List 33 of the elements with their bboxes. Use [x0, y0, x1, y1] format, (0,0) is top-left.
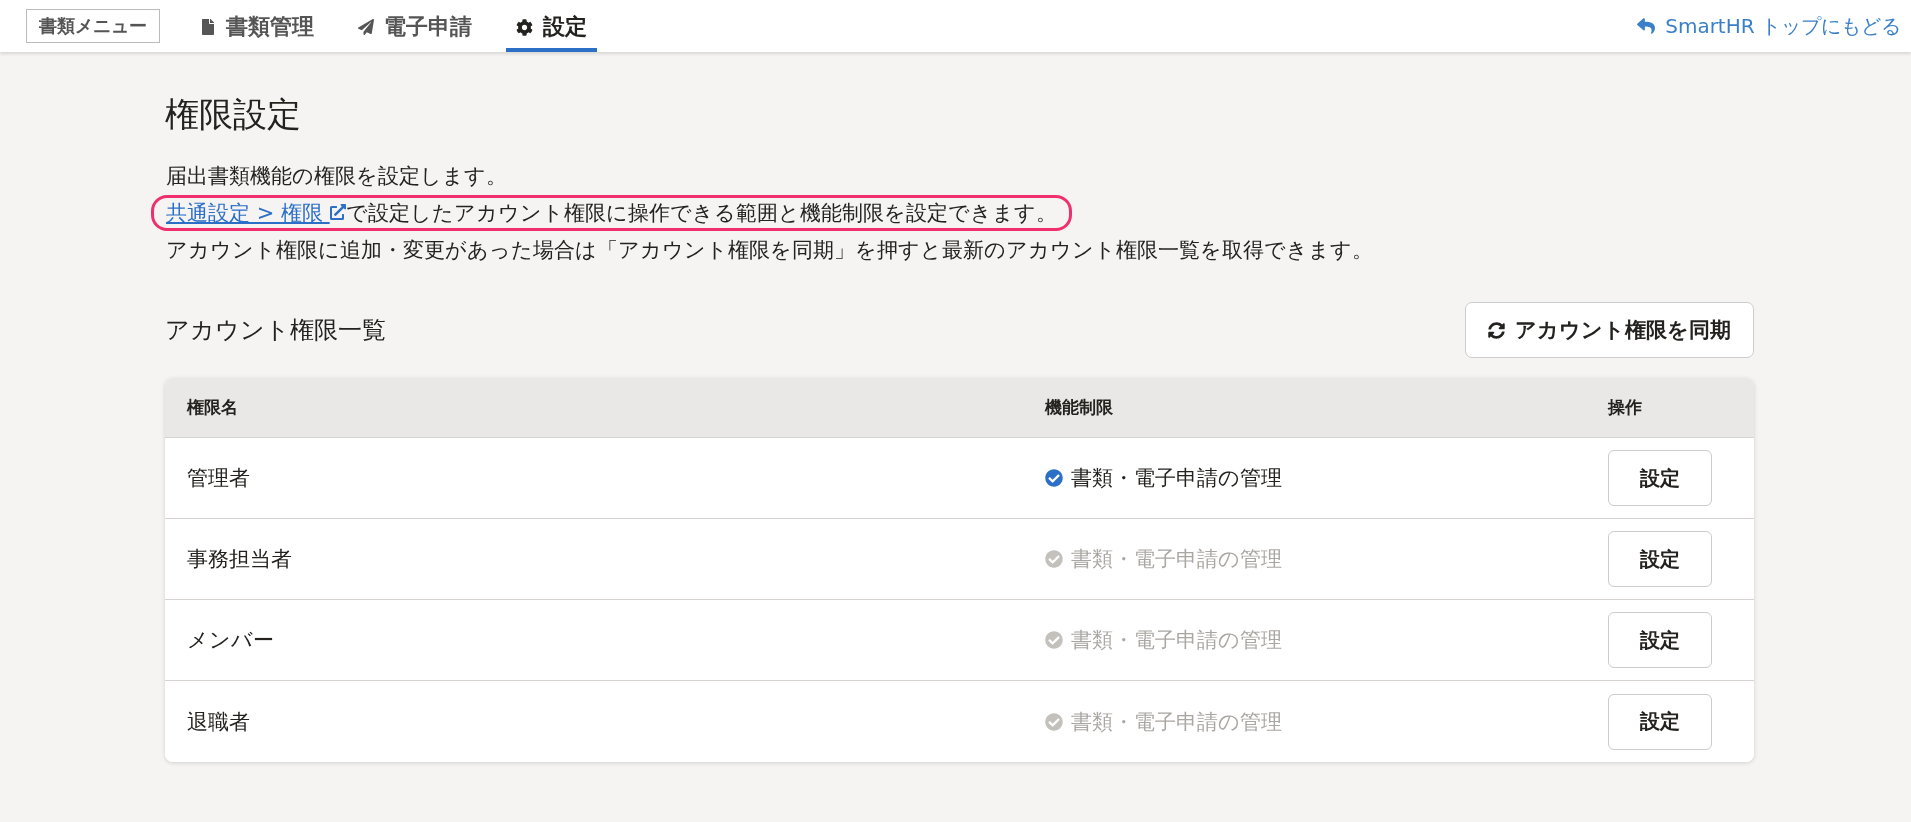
column-header: 操作 — [1608, 396, 1643, 419]
sync-button[interactable]: アカウント権限を同期 — [1465, 302, 1754, 358]
table-cell-text: メンバー — [187, 627, 275, 654]
paragraph: アカウント権限に追加・変更があった場合は「アカウント権限を同期」を押すと最新のアカウント権限一覧を取得できます。 — [165, 237, 1374, 264]
table-cell-text: 退職者 — [187, 708, 251, 736]
menu-label: 書類メニュー — [26, 9, 160, 43]
settings-icon — [516, 18, 533, 36]
reply-arrow-icon — [1637, 17, 1656, 35]
nav-tab[interactable]: 設定 — [506, 0, 597, 52]
column-header: 権限名 — [187, 396, 239, 419]
section-title: アカウント権限一覧 — [165, 315, 386, 346]
column-header: 機能制限 — [1045, 396, 1114, 419]
paragraph: 届出書類機能の権限を設定します。 — [165, 163, 508, 190]
nav-tab[interactable]: 電子申請 — [348, 0, 482, 52]
table-cell-text: 管理者 — [187, 465, 251, 492]
back-link[interactable]: SmartHR トップにもどる — [1637, 12, 1901, 40]
highlighted-paragraph: 共通設定 > 権限 で設定したアカウント権限に操作できる範囲と機能制限を設定できます。 — [151, 195, 1072, 231]
settings-button[interactable]: 設定 — [1608, 531, 1712, 587]
feature-label: 書類・電子申請の管理 — [1045, 545, 1608, 573]
external-link-icon — [329, 204, 346, 220]
paper-plane-icon — [358, 19, 374, 35]
feature-label: 書類・電子申請の管理 — [1045, 707, 1608, 736]
page-title: 権限設定 — [165, 93, 302, 136]
feature-label: 書類・電子申請の管理 — [1045, 464, 1608, 492]
settings-button[interactable]: 設定 — [1608, 612, 1712, 668]
feature-label: 書類・電子申請の管理 — [1045, 626, 1608, 654]
settings-link[interactable]: 共通設定 > 権限 — [166, 201, 346, 225]
settings-button[interactable]: 設定 — [1608, 693, 1712, 750]
nav-tab[interactable]: 書類管理 — [190, 0, 324, 52]
sync-icon — [1488, 321, 1505, 339]
file-icon — [200, 19, 216, 35]
settings-button[interactable]: 設定 — [1608, 450, 1712, 506]
table-cell-text: 事務担当者 — [187, 546, 293, 573]
